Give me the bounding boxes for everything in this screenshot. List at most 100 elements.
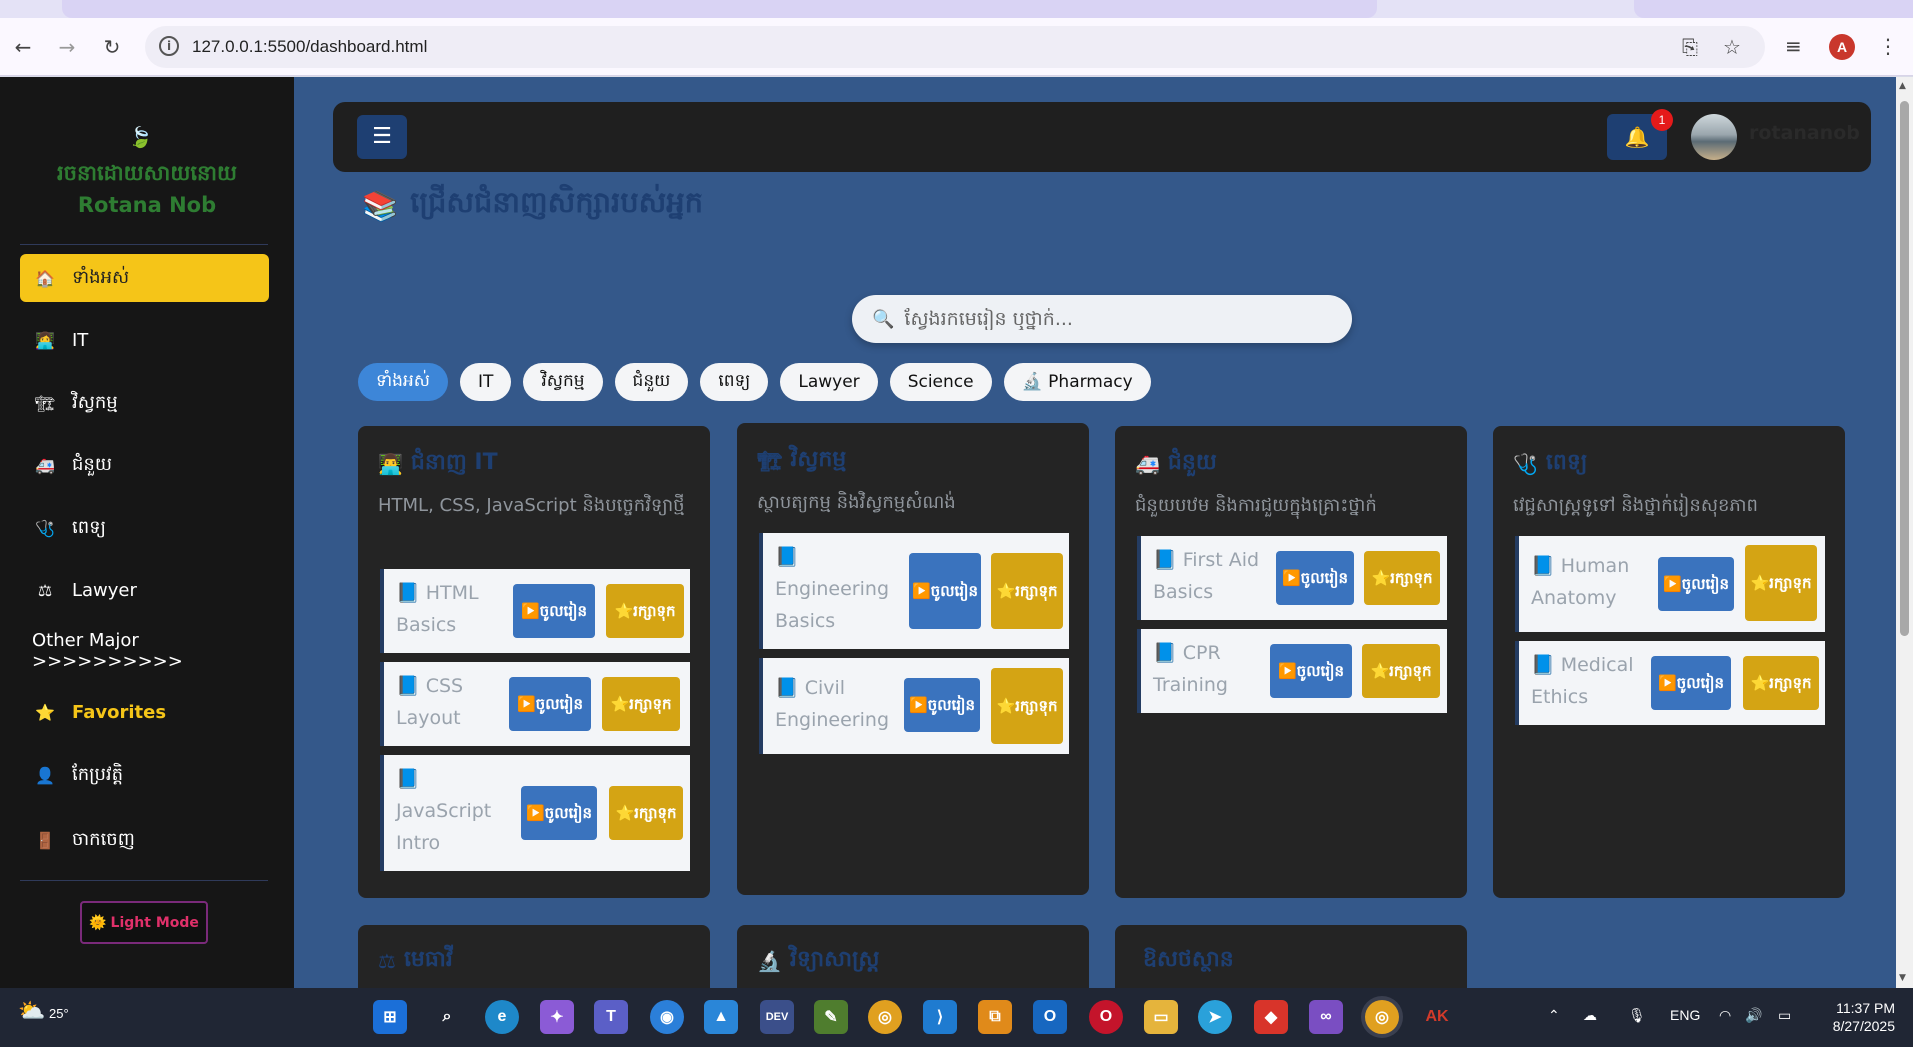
save-lesson-button[interactable]: ⭐ រក្សាទុក <box>609 786 683 840</box>
wifi-icon[interactable]: ◠ <box>1719 1007 1731 1024</box>
browser-app-icon[interactable]: ◉ <box>650 1000 684 1034</box>
vscode-icon[interactable]: ⟩ <box>923 1000 957 1034</box>
site-info-icon[interactable]: i <box>159 36 179 56</box>
visual-studio-icon[interactable]: ∞ <box>1309 1000 1343 1034</box>
sidebar-item-other-major[interactable]: Other Major >>>>>>>>>> <box>20 627 269 675</box>
app-icon[interactable]: ◆ <box>1254 1000 1288 1034</box>
weather-widget[interactable]: ⛅ 25° <box>18 998 69 1024</box>
filter-chip-aid[interactable]: ជំនួយ <box>614 363 689 401</box>
filter-chip-science[interactable]: Science <box>889 363 992 401</box>
save-lesson-button[interactable]: ⭐ រក្សាទុក <box>606 584 684 638</box>
enter-lesson-button[interactable]: ▶️ ចូលរៀន <box>904 678 980 732</box>
page-scrollbar[interactable]: ▲ ▼ <box>1896 77 1913 988</box>
clock-date: 8/27/2025 <box>1832 1018 1895 1034</box>
sidebar-item-aid[interactable]: 🚑 ជំនួយ <box>20 441 269 489</box>
lesson-name: 📘 Human Anatomy <box>1531 555 1630 609</box>
card-title: ឱសថស្ថាន <box>1135 945 1234 977</box>
filter-chip-engineering[interactable]: វិស្វកម្ម <box>523 363 603 401</box>
save-lesson-button[interactable]: ⭐ រក្សាទុក <box>991 668 1063 744</box>
star-icon: ⭐ <box>996 582 1016 600</box>
save-lesson-button[interactable]: ⭐ រក្សាទុក <box>991 553 1063 629</box>
url-text[interactable]: 127.0.0.1:5500/dashboard.html <box>192 37 427 57</box>
sidebar-item-all[interactable]: 🏠 ទាំងអស់ <box>20 254 269 302</box>
enter-lesson-button[interactable]: ▶️ ចូលរៀន <box>1270 644 1352 698</box>
app-icon[interactable]: AK <box>1420 1000 1454 1034</box>
card-title: ⚖ មេធាវី <box>378 945 453 977</box>
copilot-icon[interactable]: ✦ <box>540 1000 574 1034</box>
translate-icon[interactable]: ⎘ <box>1682 35 1698 59</box>
file-explorer-icon[interactable]: ▭ <box>1144 1000 1178 1034</box>
kebab-menu-icon[interactable]: ⋮ <box>1878 34 1898 58</box>
outlook-icon[interactable]: O <box>1033 1000 1067 1034</box>
enter-lesson-button[interactable]: ▶️ ចូលរៀន <box>1276 551 1354 605</box>
reload-icon[interactable]: ↻ <box>97 32 127 62</box>
filter-chip-it[interactable]: IT <box>459 363 512 401</box>
save-lesson-button[interactable]: ⭐ រក្សាទុក <box>1745 545 1817 621</box>
enter-lesson-button[interactable]: ▶️ ចូលរៀន <box>909 553 981 629</box>
volume-icon[interactable]: 🔊 <box>1745 1007 1762 1024</box>
card-title-text: វិទ្យាសាស្ត្រ <box>789 947 880 972</box>
language-indicator[interactable]: ENG <box>1670 1007 1700 1023</box>
sidebar-item-engineering[interactable]: 🏗 វិស្វកម្ម <box>20 379 269 427</box>
brand-line-khmer: រចនាដោយសាយនោយ <box>57 161 237 185</box>
scroll-up-icon[interactable]: ▲ <box>1899 81 1906 91</box>
ambulance-icon: 🚑 <box>35 455 55 475</box>
back-icon[interactable]: ← <box>8 32 38 62</box>
enter-lesson-button[interactable]: ▶️ ចូលរៀន <box>509 677 591 731</box>
search-input[interactable] <box>904 308 1325 330</box>
start-icon[interactable]: ⊞ <box>373 1000 407 1034</box>
opera-icon[interactable]: O <box>1089 1000 1123 1034</box>
microphone-icon[interactable]: 🎙 <box>1628 1007 1646 1024</box>
browser-tab-right[interactable] <box>1634 0 1913 18</box>
profile-avatar[interactable]: A <box>1829 34 1855 60</box>
media-control-icon[interactable]: ≡ <box>1785 34 1802 58</box>
hamburger-menu-button[interactable]: ☰ <box>357 115 407 159</box>
sidebar-item-medical[interactable]: 🩺 ពេទ្យ <box>20 504 269 552</box>
lesson-name: 📘 Civil Engineering <box>775 677 889 731</box>
book-icon: 📘 <box>1531 555 1555 577</box>
devhome-icon[interactable]: DEV <box>760 1000 794 1034</box>
forward-icon[interactable]: → <box>52 32 82 62</box>
sidebar-item-profile[interactable]: 👤 កែប្រវត្តិ <box>20 751 269 799</box>
edge-icon[interactable]: e <box>485 1000 519 1034</box>
chrome-active-icon[interactable]: ◎ <box>1365 1000 1399 1034</box>
scrollbar-thumb[interactable] <box>1900 101 1909 636</box>
book-icon: 📘 <box>775 546 799 568</box>
filter-chip-pharmacy[interactable]: 🔬 Pharmacy <box>1003 363 1151 401</box>
sidebar-item-lawyer[interactable]: ⚖ Lawyer <box>20 566 269 614</box>
light-mode-button[interactable]: 🌞 Light Mode <box>80 901 208 944</box>
filter-chip-medical[interactable]: ពេទ្យ <box>700 363 769 401</box>
user-avatar[interactable] <box>1691 114 1737 160</box>
save-lesson-button[interactable]: ⭐ រក្សាទុក <box>1743 656 1819 710</box>
onedrive-icon[interactable]: ☁ <box>1583 1007 1597 1024</box>
address-bar[interactable]: i 127.0.0.1:5500/dashboard.html ⎘ ☆ <box>145 26 1765 68</box>
chrome-icon[interactable]: ◎ <box>868 1000 902 1034</box>
telegram-icon[interactable]: ➤ <box>1198 1000 1232 1034</box>
save-lesson-button[interactable]: ⭐ រក្សាទុក <box>1364 551 1440 605</box>
scroll-down-icon[interactable]: ▼ <box>1899 973 1906 983</box>
enter-lesson-button[interactable]: ▶️ ចូលរៀន <box>1658 557 1734 611</box>
lesson-item: 📘 Medical Ethics ▶️ ចូលរៀន ⭐ រក្សាទុក <box>1515 641 1825 725</box>
save-lesson-button[interactable]: ⭐ រក្សាទុក <box>1362 644 1440 698</box>
bookmark-star-icon[interactable]: ☆ <box>1723 35 1741 59</box>
photos-icon[interactable]: ▲ <box>704 1000 738 1034</box>
search-taskbar-icon[interactable]: ⌕ <box>430 1000 464 1034</box>
filter-chip-all[interactable]: ទាំងអស់ <box>358 363 448 401</box>
course-card-medical: 🩺 ពេទ្យ វេជ្ជសាស្ត្រទូទៅ និងថ្នាក់រៀនសុខ… <box>1493 426 1845 898</box>
filter-chip-lawyer[interactable]: Lawyer <box>780 363 878 401</box>
browser-tabs[interactable] <box>62 0 1377 18</box>
sidebar-item-it[interactable]: 👩‍💻 IT <box>20 316 269 364</box>
clock[interactable]: 11:37 PM 8/27/2025 <box>1815 999 1895 1035</box>
app-icon[interactable]: ⧉ <box>978 1000 1012 1034</box>
teams-icon[interactable]: T <box>594 1000 628 1034</box>
sidebar-item-logout[interactable]: 🚪 ចាកចេញ <box>20 816 269 864</box>
save-lesson-button[interactable]: ⭐ រក្សាទុក <box>602 677 680 731</box>
enter-lesson-button[interactable]: ▶️ ចូលរៀន <box>513 584 595 638</box>
sidebar-item-favorites[interactable]: ⭐ Favorites <box>20 688 269 736</box>
username[interactable]: rotananob <box>1749 122 1860 144</box>
battery-icon[interactable]: ▭ <box>1778 1007 1791 1024</box>
enter-lesson-button[interactable]: ▶️ ចូលរៀន <box>521 786 597 840</box>
enter-lesson-button[interactable]: ▶️ ចូលរៀន <box>1651 656 1731 710</box>
notepad-icon[interactable]: ✎ <box>814 1000 848 1034</box>
tray-chevron-icon[interactable]: ⌃ <box>1548 1007 1560 1024</box>
